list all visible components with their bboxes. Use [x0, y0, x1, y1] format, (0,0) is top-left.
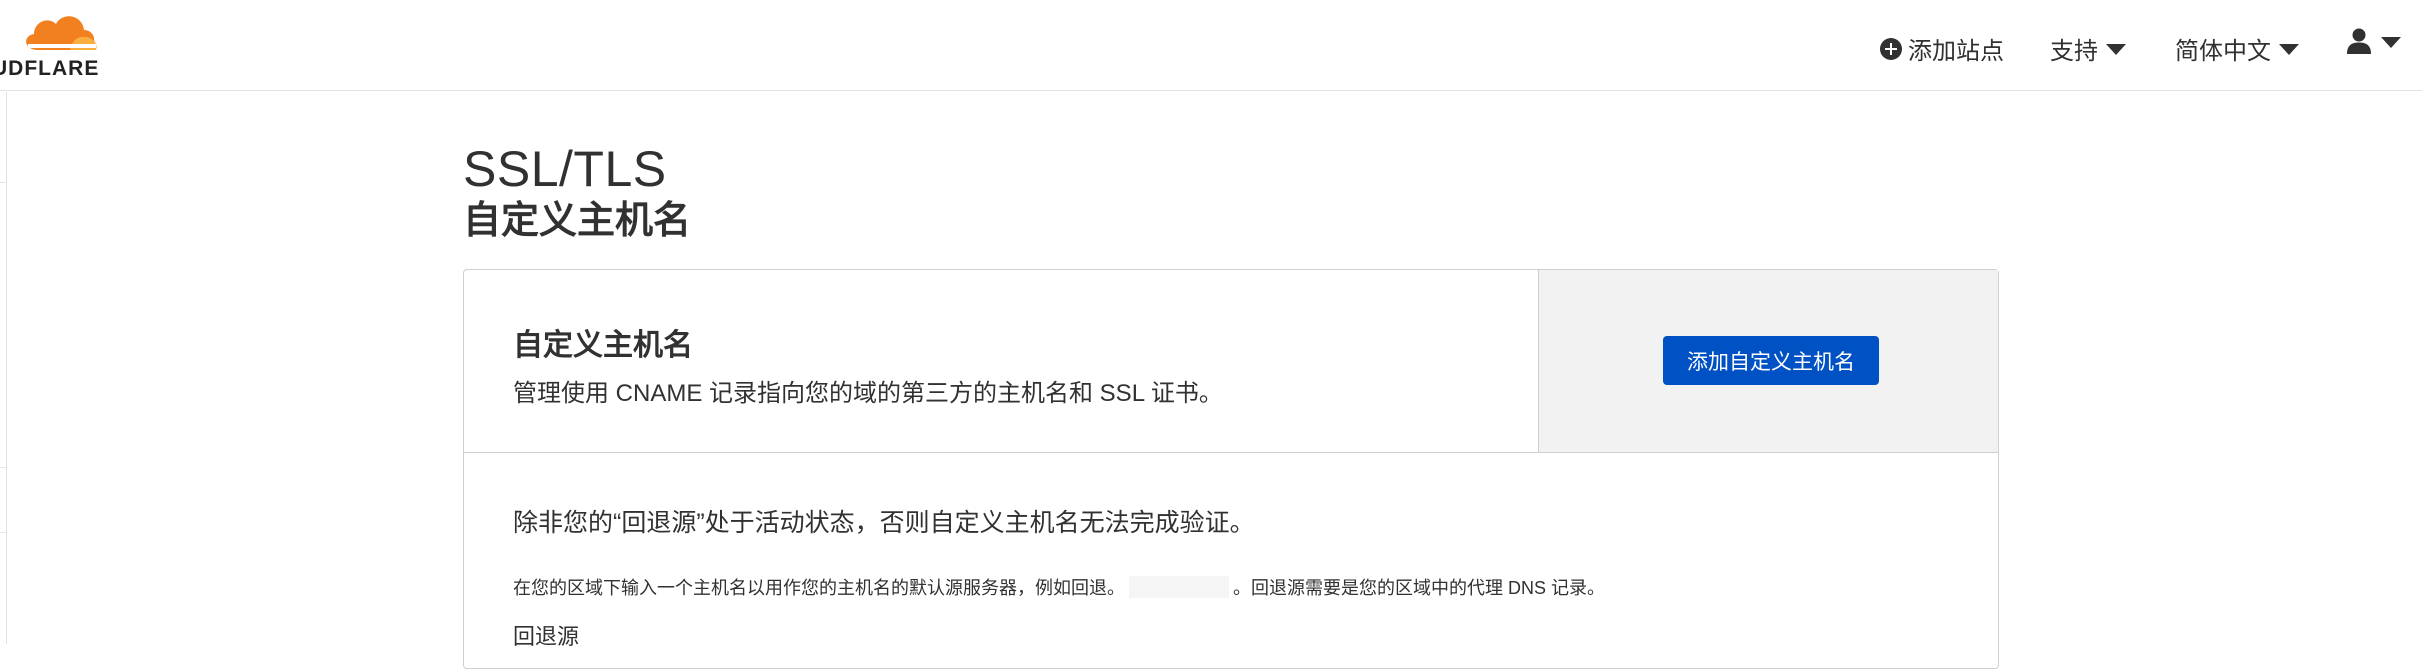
fallback-origin-warning: 除非您的“回退源”处于活动状态，否则自定义主机名无法完成验证。: [513, 509, 1255, 537]
language-menu[interactable]: 简体中文: [2175, 31, 2299, 66]
plus-circle-icon: [1880, 37, 1902, 60]
card-header: 自定义主机名 管理使用 CNAME 记录指向您的域的第三方的主机名和 SSL 证…: [464, 270, 1998, 453]
sidebar-divider: [0, 532, 7, 533]
top-bar: UDFLARE 添加站点 支持 简体中文: [0, 0, 2422, 91]
add-custom-hostname-button[interactable]: 添加自定义主机名: [1663, 336, 1879, 385]
card-header-actions: 添加自定义主机名: [1538, 270, 1998, 452]
sidebar-divider: [0, 182, 7, 183]
cloudflare-logo[interactable]: UDFLARE: [0, 10, 110, 80]
logo-text: UDFLARE: [0, 57, 100, 80]
add-site-label: 添加站点: [1908, 38, 2004, 65]
language-label: 简体中文: [2175, 38, 2271, 65]
chevron-down-icon: [2279, 44, 2299, 55]
sidebar: [0, 92, 7, 644]
page-subtitle: 自定义主机名: [463, 200, 692, 242]
add-site-button[interactable]: 添加站点: [1880, 31, 2004, 66]
hint-text-after: 。回退源需要是您的区域中的代理 DNS 记录。: [1233, 578, 1606, 598]
fallback-origin-label: 回退源: [513, 624, 580, 649]
cloud-icon: [26, 16, 97, 50]
user-icon: [2347, 28, 2371, 54]
chevron-down-icon: [2381, 36, 2401, 48]
sidebar-divider: [0, 467, 7, 468]
card-description: 管理使用 CNAME 记录指向您的域的第三方的主机名和 SSL 证书。: [513, 380, 1223, 407]
custom-hostnames-card: 自定义主机名 管理使用 CNAME 记录指向您的域的第三方的主机名和 SSL 证…: [463, 269, 1999, 669]
chevron-down-icon: [2106, 44, 2126, 55]
redacted-hostname: [1129, 576, 1229, 598]
card-title: 自定义主机名: [513, 329, 693, 362]
fallback-origin-hint: 在您的区域下输入一个主机名以用作您的主机名的默认源服务器，例如回退。 。回退源需…: [513, 574, 1605, 600]
support-menu[interactable]: 支持: [2050, 31, 2126, 66]
support-label: 支持: [2050, 38, 2098, 65]
hint-text-before: 在您的区域下输入一个主机名以用作您的主机名的默认源服务器，例如回退。: [513, 578, 1125, 598]
user-menu[interactable]: [2345, 27, 2401, 55]
card-header-info: 自定义主机名 管理使用 CNAME 记录指向您的域的第三方的主机名和 SSL 证…: [464, 270, 1538, 452]
page-title: SSL/TLS: [463, 141, 667, 197]
